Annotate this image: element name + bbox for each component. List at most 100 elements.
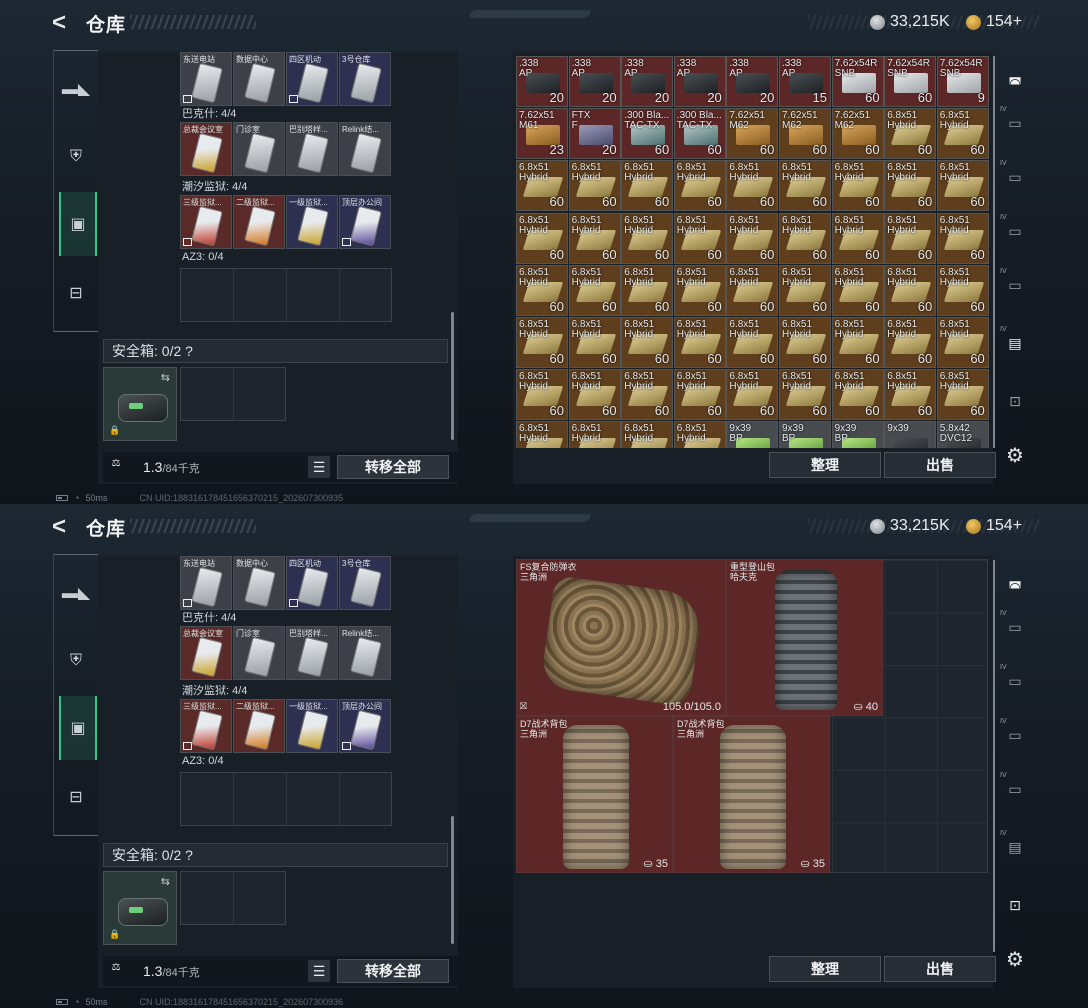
keycard[interactable]: 数据中心	[233, 556, 285, 610]
ammo-item[interactable]: 7.62x54R SNB 60	[831, 56, 884, 107]
ammo-item[interactable]: 6.8x51Hybrid60	[884, 160, 937, 212]
ammo-item[interactable]: 6.8x51Hybrid60	[831, 317, 884, 368]
back-arrow-icon[interactable]: <	[52, 514, 74, 540]
keycard[interactable]: 巴别塔样...	[286, 122, 338, 176]
stash-tab-ammo-icon[interactable]: IV ▤	[1000, 830, 1030, 864]
ammo-item[interactable]: 7.62x51 M62 60	[779, 108, 831, 160]
ammo-item[interactable]: 6.8x51Hybrid60	[673, 160, 726, 212]
gear-icon[interactable]: ⚙	[1003, 444, 1027, 468]
ammo-item[interactable]: 6.8x51Hybrid60	[673, 317, 726, 368]
back-arrow-icon[interactable]: <	[52, 10, 74, 36]
gold-currency[interactable]: 154+	[966, 515, 1022, 537]
ammo-item[interactable]: 6.8x51Hybrid60	[516, 160, 568, 212]
keycard[interactable]: 门诊室	[233, 626, 285, 680]
ammo-item[interactable]: 6.8x51Hybrid60	[516, 264, 568, 316]
ammo-item[interactable]: 6.8x51Hybrid60	[884, 108, 937, 160]
ammo-item[interactable]: 6.8x51Hybrid60	[726, 264, 779, 316]
item-d7-backpack[interactable]: D7战术背包 三角洲 ⛀ 35	[673, 716, 830, 873]
toolbox-icon[interactable]: ⊟	[60, 782, 92, 812]
ammo-item[interactable]: 9x39BP60	[779, 421, 831, 448]
ammo-item[interactable]: 6.8x51Hybrid60	[516, 317, 568, 368]
armor-icon[interactable]: ⛨	[60, 646, 92, 676]
ammo-item[interactable]: 7.62x51 M62 60	[726, 108, 779, 160]
ammo-item[interactable]: 7.62x51 M61 23	[516, 108, 568, 160]
keycard[interactable]: 东送电站	[180, 556, 232, 610]
ammo-item[interactable]: 7.62x51 M62 60	[831, 108, 884, 160]
stash-tab-4-icon[interactable]: IV ▭	[1000, 268, 1030, 302]
ammo-item[interactable]: .338 AP 15	[779, 56, 831, 107]
ammo-item[interactable]: 6.8x51Hybrid60	[936, 317, 989, 368]
ammo-item[interactable]: 6.8x51Hybrid60	[831, 369, 884, 421]
ammo-item[interactable]: 6.8x51Hybrid60	[673, 212, 726, 264]
ammo-item[interactable]: .338 AP 20	[621, 56, 674, 107]
ammo-item[interactable]: 6.8x51Hybrid60	[516, 212, 568, 264]
stash-tab-equipment-icon[interactable]: ⊡	[1000, 888, 1030, 922]
keycard[interactable]: 巴别塔样...	[286, 626, 338, 680]
swap-icon[interactable]: ⇆	[161, 371, 170, 384]
ammo-item[interactable]: 6.8x51Hybrid60	[936, 108, 989, 160]
transfer-all-button[interactable]: 转移全部	[337, 959, 449, 983]
safe-box-slot[interactable]: ⇆ 🔒	[103, 871, 177, 945]
ammo-item[interactable]: 6.8x51Hybrid60	[726, 317, 779, 368]
ammo-item[interactable]: 6.8x51Hybrid60	[726, 160, 779, 212]
ammo-item[interactable]: 6.8x51Hybrid60	[568, 212, 621, 264]
armor-icon[interactable]: ⛨	[60, 142, 92, 172]
keycard[interactable]: 三级监狱...	[180, 195, 232, 249]
ammo-item[interactable]: 6.8x51Hybrid60	[621, 317, 674, 368]
ammo-item[interactable]: .338 AP 20	[516, 56, 568, 107]
keycard[interactable]: 一级监狱...	[286, 195, 338, 249]
stash-tab-2-icon[interactable]: IV ▭	[1000, 160, 1030, 194]
ammo-item[interactable]: 6.8x51Hybrid60	[568, 421, 621, 448]
ammo-item[interactable]: 6.8x51Hybrid60	[726, 212, 779, 264]
empty-keycard-slots[interactable]	[180, 268, 392, 322]
ammo-item[interactable]: 6.8x51Hybrid60	[779, 160, 831, 212]
ammo-item[interactable]: 6.8x51Hybrid60	[884, 317, 937, 368]
item-d7-backpack[interactable]: D7战术背包 三角洲 ⛀ 35	[516, 716, 673, 873]
ammo-item[interactable]: 6.8x51Hybrid45	[673, 421, 726, 448]
stash-tab-4-icon[interactable]: IV ▭	[1000, 772, 1030, 806]
left-scrollbar[interactable]	[451, 816, 454, 944]
keycard[interactable]: 3号仓库	[339, 52, 391, 106]
stash-tab-3-icon[interactable]: IV ▭	[1000, 214, 1030, 248]
ammo-item[interactable]: 6.8x51Hybrid60	[884, 369, 937, 421]
ammo-item[interactable]: 6.8x51Hybrid60	[568, 160, 621, 212]
sell-button[interactable]: 出售	[884, 956, 996, 982]
ammo-item[interactable]: 6.8x51Hybrid60	[884, 264, 937, 316]
safe-empty-slots[interactable]	[180, 367, 286, 421]
safe-empty-slots[interactable]	[180, 871, 286, 925]
ammo-item[interactable]: .300 Bla... TAC-TX 60	[673, 108, 726, 160]
ammo-item[interactable]: 9x39BP60	[726, 421, 779, 448]
ammo-item[interactable]: 6.8x51Hybrid60	[831, 264, 884, 316]
warehouse-icon[interactable]: ▣	[59, 696, 97, 760]
list-icon[interactable]: ☰	[308, 960, 330, 982]
keycard[interactable]: 总裁会议室	[180, 122, 232, 176]
ammo-item[interactable]: 9x39	[884, 421, 937, 448]
stash-tab-ammo-icon[interactable]: IV ▤	[1000, 326, 1030, 360]
keycard[interactable]: Relink结...	[339, 626, 391, 680]
ammo-item[interactable]: 6.8x51Hybrid60	[831, 160, 884, 212]
ammo-item[interactable]: 5.8x42 DVC12	[936, 421, 989, 448]
sort-button[interactable]: 整理	[769, 452, 881, 478]
ammo-item[interactable]: 6.8x51Hybrid60	[936, 264, 989, 316]
keycard[interactable]: 三级监狱...	[180, 699, 232, 753]
transfer-all-button[interactable]: 转移全部	[337, 455, 449, 479]
ammo-item[interactable]: 6.8x51Hybrid60	[568, 264, 621, 316]
item-armor-vest[interactable]: FS复合防弹衣 三角洲 ⛝ 105.0/105.0	[516, 559, 726, 716]
item-heavy-backpack[interactable]: 重型登山包 哈夫克 ⛀ 40	[726, 559, 883, 716]
keycard[interactable]: 数据中心	[233, 52, 285, 106]
stash-tab-1-icon[interactable]: IV ▭	[1000, 610, 1030, 644]
ammo-item[interactable]: .338 AP 20	[568, 56, 621, 107]
ammo-item[interactable]: 6.8x51Hybrid60	[673, 264, 726, 316]
ammo-item[interactable]: 6.8x51Hybrid60	[884, 212, 937, 264]
ammo-item[interactable]: 7.62x54R SNB 9	[936, 56, 989, 107]
ammo-item[interactable]: .338 AP 20	[673, 56, 726, 107]
left-scrollbar[interactable]	[451, 312, 454, 440]
keycard[interactable]: 门诊室	[233, 122, 285, 176]
ammo-item[interactable]: 7.62x54R SNB 60	[884, 56, 937, 107]
list-icon[interactable]: ☰	[308, 456, 330, 478]
sell-button[interactable]: 出售	[884, 452, 996, 478]
warehouse-icon[interactable]: ▣	[59, 192, 97, 256]
keycard[interactable]: 四区机动	[286, 52, 338, 106]
stash-tab-2-icon[interactable]: IV ▭	[1000, 664, 1030, 698]
keycard[interactable]: 总裁会议室	[180, 626, 232, 680]
